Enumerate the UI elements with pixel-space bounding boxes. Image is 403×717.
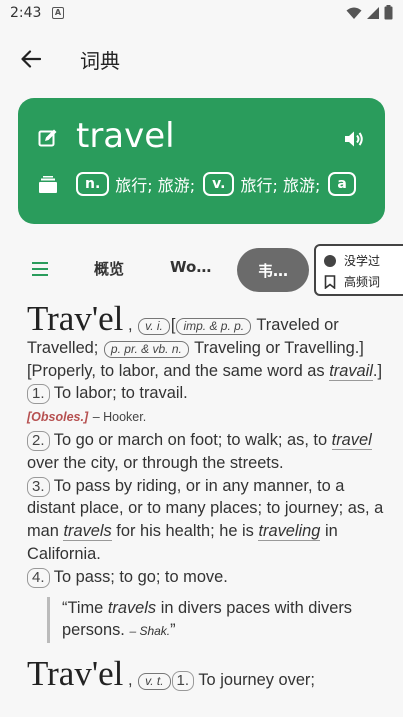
sense-text: To journey over; <box>198 671 315 690</box>
citation: – Hooker. <box>92 410 147 425</box>
headword: travel <box>76 116 175 156</box>
notification-a-icon: A <box>52 7 64 19</box>
battery-icon <box>384 5 393 20</box>
tab-wordnet[interactable]: Wo… <box>170 258 211 276</box>
study-status-panel[interactable]: 没学过 高频词 <box>314 244 403 296</box>
link-travel[interactable]: travel <box>331 430 372 450</box>
link-traveling[interactable]: traveling <box>258 522 321 542</box>
speaker-icon[interactable] <box>343 128 365 150</box>
high-freq-label: 高频词 <box>344 275 381 289</box>
meaning-text-noun: 旅行; 旅游; <box>115 176 196 195</box>
book-icon <box>39 176 57 193</box>
quotation: “Time travels in divers paces with diver… <box>47 596 387 644</box>
wifi-icon <box>346 7 362 19</box>
status-time: 2:43 <box>10 5 42 21</box>
status-dot-icon <box>324 254 336 267</box>
link-travels[interactable]: travels <box>63 522 112 542</box>
pos-chip-vt[interactable]: v. t. <box>138 673 171 691</box>
quote-text: in divers paces with divers persons. <box>62 598 352 640</box>
sense-text: for his health; he is <box>116 522 254 541</box>
pos-chip-noun[interactable]: n. <box>76 172 110 196</box>
entry-headword: Trav'el <box>27 654 124 694</box>
link-travail[interactable]: travail <box>329 361 373 381</box>
not-learned-row[interactable]: 没学过 <box>324 252 380 269</box>
pos-chip-imp[interactable]: imp. & p. p. <box>176 318 252 335</box>
definition-content: Trav'el , v. i.[imp. & p. p. Traveled or… <box>27 301 387 692</box>
quote-close: ” <box>170 621 176 640</box>
sense-number: 1. <box>171 671 195 692</box>
sense-text: To pass; to go; to move. <box>53 567 228 586</box>
back-arrow-icon <box>21 50 41 68</box>
entry-1-header: Trav'el , v. i.[imp. & p. p. Traveled or… <box>27 301 387 405</box>
sense-number: 2. <box>27 430 50 451</box>
edit-icon[interactable] <box>38 128 58 148</box>
status-icons <box>346 5 393 20</box>
quote-citation: – Shak. <box>129 624 171 639</box>
meaning-row: n. 旅行; 旅游; v. 旅行; 旅游; a <box>76 172 358 196</box>
sense-number: 3. <box>27 476 50 497</box>
sense-2: 2. To go or march on foot; to walk; as, … <box>27 429 387 475</box>
pos-chip-vi[interactable]: v. i. <box>138 318 170 335</box>
etym-text: .] <box>372 361 383 380</box>
app-bar: 词典 <box>0 28 403 88</box>
word-card: travel n. 旅行; 旅游; v. 旅行; 旅游; a <box>18 98 385 224</box>
bracket: [ <box>170 316 176 334</box>
entry-2-header: Trav'el , v. t. 1. To journey over; <box>27 656 387 692</box>
pos-chip-adj[interactable]: a <box>328 172 356 196</box>
high-freq-row[interactable]: 高频词 <box>324 273 380 290</box>
entry-headword: Trav'el <box>27 299 124 338</box>
obsolete-line: [Obsoles.] – Hooker. <box>27 405 387 429</box>
pos-chip-ppr[interactable]: p. pr. & vb. n. <box>103 340 189 358</box>
sense-number: 1. <box>27 384 50 405</box>
sense-text: over the city, or through the streets. <box>27 453 284 472</box>
sense-text: To labor; to travail. <box>53 384 188 403</box>
sense-4: 4. To pass; to go; to move. <box>27 566 387 589</box>
tab-webster[interactable]: 韦… <box>237 248 309 292</box>
quote-italic: travels <box>107 598 157 617</box>
menu-icon[interactable] <box>30 261 50 277</box>
comma: , <box>127 671 133 690</box>
page-title: 词典 <box>80 49 120 73</box>
back-button[interactable] <box>16 44 46 74</box>
status-bar: 2:43 A <box>0 0 403 28</box>
dictionary-tabs: 概览 Wo… 韦… 没学过 高频词 <box>0 244 403 296</box>
quote-text: “Time <box>62 598 104 617</box>
obsolete-tag: [Obsoles.] <box>27 410 89 425</box>
signal-icon <box>367 6 379 19</box>
not-learned-label: 没学过 <box>344 254 381 268</box>
sense-number: 4. <box>27 567 50 588</box>
tab-overview[interactable]: 概览 <box>94 258 124 279</box>
bookmark-icon <box>324 274 336 289</box>
comma: , <box>127 316 133 334</box>
pos-chip-verb[interactable]: v. <box>203 172 235 196</box>
meaning-text-verb: 旅行; 旅游; <box>240 176 321 195</box>
sense-text: To go or march on foot; to walk; as, to <box>53 430 328 449</box>
sense-3: 3. To pass by riding, or in any manner, … <box>27 475 387 566</box>
